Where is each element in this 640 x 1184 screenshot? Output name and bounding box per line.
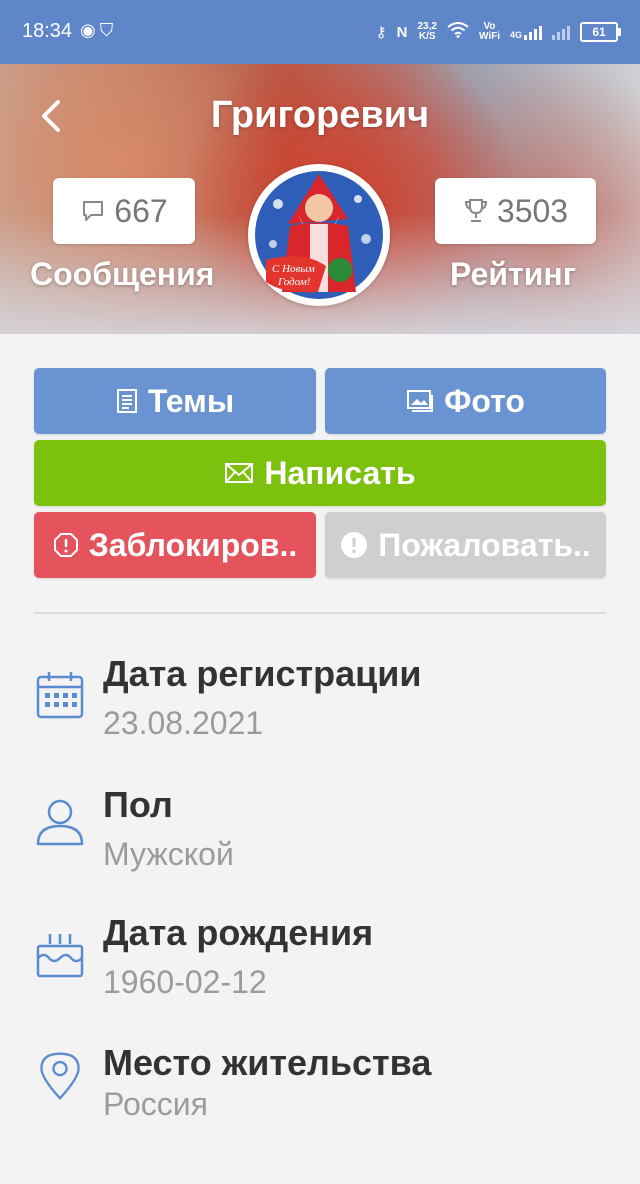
info-row-location: Место жительства Россия — [0, 1038, 640, 1148]
info-value: 23.08.2021 — [103, 705, 264, 741]
messages-stat[interactable]: 667 — [53, 178, 195, 244]
shield-icon: ⛉ — [99, 20, 118, 40]
report-button[interactable]: Пожаловать.. — [325, 512, 606, 578]
birthday-cake-icon — [36, 934, 84, 978]
info-row-gender: Пол Мужской — [0, 778, 640, 888]
block-icon — [53, 533, 78, 557]
messages-count: 667 — [114, 192, 168, 229]
status-bar: 18:34 ◉⛉ ⚷ N 23,2 K/S Vo WiFi 4G 61 — [0, 0, 640, 64]
record-icon: ◉ — [80, 20, 100, 40]
photo-icon — [407, 390, 434, 412]
profile-header: Григоревич 667 Сообщения 3503 Рейтинг С … — [0, 64, 640, 334]
key-icon: ⚷ — [375, 24, 387, 41]
net-speed: 23,2 K/S — [417, 21, 437, 42]
status-notification-icons: ◉⛉ — [80, 20, 117, 41]
profile-name: Григоревич — [210, 94, 430, 136]
trophy-icon — [464, 199, 487, 222]
avatar-banner-line1: С Новым — [272, 263, 315, 275]
user-icon — [36, 799, 84, 846]
comment-icon — [83, 201, 104, 221]
info-title: Место жительства — [103, 1042, 432, 1083]
document-icon — [116, 389, 137, 413]
info-row-registration: Дата регистрации 23.08.2021 — [0, 645, 640, 755]
avatar[interactable]: С Новым Годом! — [248, 164, 390, 306]
status-right-icons: ⚷ N 23,2 K/S Vo WiFi 4G 61 — [375, 16, 621, 48]
messages-label: Сообщения — [30, 256, 215, 292]
avatar-image: С Новым Годом! — [255, 171, 383, 299]
envelope-icon — [225, 463, 254, 483]
block-user-button[interactable]: Заблокиров.. — [34, 512, 316, 578]
nfc-icon: N — [396, 23, 408, 41]
write-message-button[interactable]: Написать — [34, 440, 606, 506]
battery-icon: 61 — [580, 22, 621, 42]
info-title: Дата рождения — [103, 912, 374, 953]
info-title: Дата регистрации — [103, 653, 422, 694]
alert-circle-icon — [341, 532, 368, 558]
info-title: Пол — [103, 784, 173, 825]
status-time: 18:34 — [22, 20, 73, 42]
rating-stat[interactable]: 3503 — [435, 178, 596, 244]
signal-sim2-icon — [552, 24, 570, 40]
calendar-icon — [36, 672, 84, 719]
info-value: 1960-02-12 — [103, 964, 267, 1000]
topics-button[interactable]: Темы — [34, 368, 316, 434]
signal-4g-icon: 4G — [510, 24, 542, 40]
info-row-birthday: Дата рождения 1960-02-12 — [0, 908, 640, 1018]
vowifi-indicator: Vo WiFi — [478, 21, 500, 42]
avatar-banner-line2: Годом! — [277, 276, 311, 288]
rating-value: 3503 — [496, 192, 569, 229]
location-pin-icon — [40, 1052, 80, 1100]
rating-label: Рейтинг — [450, 256, 577, 292]
info-value: Мужской — [103, 836, 234, 872]
photo-button[interactable]: Фото — [325, 368, 606, 434]
wifi-icon — [447, 22, 469, 42]
info-value: Россия — [103, 1086, 208, 1122]
section-divider — [34, 612, 606, 614]
